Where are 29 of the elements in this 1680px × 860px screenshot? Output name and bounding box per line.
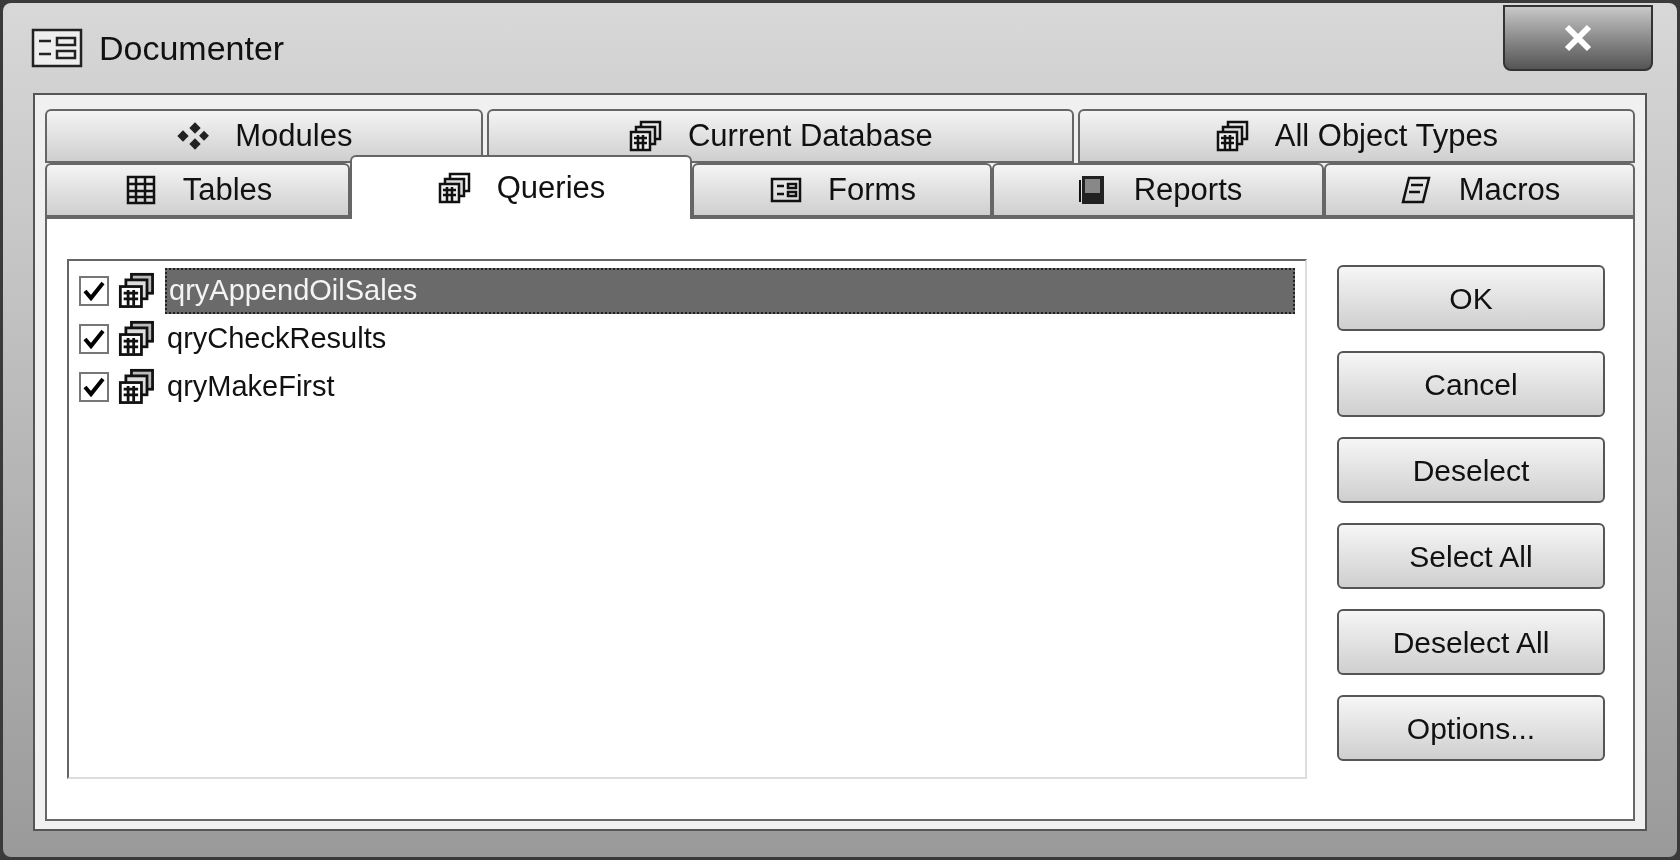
form-icon	[31, 28, 83, 68]
object-list[interactable]: qryAppendOilSales qryCheckResults qryMakeFirst	[67, 259, 1307, 779]
checkbox[interactable]	[79, 276, 109, 306]
checkbox[interactable]	[79, 372, 109, 402]
tab[interactable]: Forms	[692, 163, 992, 217]
list-item[interactable]: qryMakeFirst	[165, 364, 337, 410]
dialog-button[interactable]: Deselect All	[1337, 609, 1605, 675]
tab[interactable]: Current Database	[486, 109, 1074, 163]
dialog-button[interactable]: Options...	[1337, 695, 1605, 761]
list-item[interactable]: qryAppendOilSales	[165, 268, 1295, 314]
query-icon	[117, 319, 157, 359]
checkbox[interactable]	[79, 324, 109, 354]
dialog-button[interactable]: Select All	[1337, 523, 1605, 589]
window-title: Documenter	[99, 27, 285, 69]
query-icon	[117, 367, 157, 407]
tab[interactable]: Macros	[1324, 163, 1635, 217]
close-icon	[1563, 24, 1593, 52]
tab[interactable]: Tables	[45, 163, 350, 217]
list-item[interactable]: qryCheckResults	[165, 316, 389, 362]
dialog-button[interactable]: OK	[1337, 265, 1605, 331]
tab[interactable]: Modules	[45, 109, 483, 163]
tab[interactable]: Reports	[992, 163, 1324, 217]
query-icon	[436, 170, 473, 206]
dialog-button[interactable]: Cancel	[1337, 351, 1605, 417]
tab[interactable]: Queries	[350, 155, 692, 219]
dialog-button[interactable]: Deselect	[1337, 437, 1605, 503]
close-button[interactable]	[1503, 5, 1653, 71]
query-icon	[117, 271, 157, 311]
tab[interactable]: All Object Types	[1077, 109, 1635, 163]
